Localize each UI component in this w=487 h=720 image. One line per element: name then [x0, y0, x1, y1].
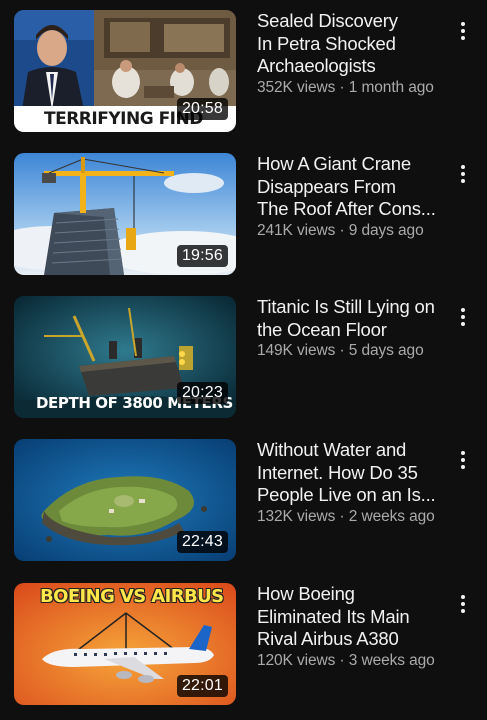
- video-item-petra[interactable]: TERRIFYING FIND 20:58 Sealed Discovery I…: [0, 10, 487, 132]
- video-item-titanic[interactable]: DEPTH OF 3800 METERS 20:23 Titanic Is St…: [0, 296, 487, 418]
- video-thumbnail[interactable]: BOEING VS AIRBUS 22:01: [14, 583, 236, 705]
- video-title[interactable]: Without Water and Internet. How Do 35 Pe…: [257, 439, 451, 507]
- title-line: In Petra Shocked: [257, 32, 396, 54]
- video-info[interactable]: Sealed Discovery In Petra Shocked Archae…: [257, 10, 451, 98]
- video-title[interactable]: How A Giant Crane Disappears From The Ro…: [257, 153, 451, 221]
- title-line: Rival Airbus A380: [257, 628, 399, 649]
- view-count: 132K views: [257, 507, 336, 525]
- video-duration: 20:58: [176, 98, 228, 120]
- video-item-island[interactable]: 22:43 Without Water and Internet. How Do…: [0, 439, 487, 561]
- video-item-boeing[interactable]: BOEING VS AIRBUS 22:01 How Boeing Elimin…: [0, 583, 487, 705]
- video-thumbnail[interactable]: 22:43: [14, 439, 236, 561]
- more-options-icon[interactable]: [452, 302, 474, 332]
- video-meta: 352K views · 1 month ago: [257, 78, 451, 98]
- title-line: How Boeing: [257, 583, 355, 604]
- video-info[interactable]: How A Giant Crane Disappears From The Ro…: [257, 153, 451, 241]
- meta-separator: ·: [335, 78, 349, 96]
- video-duration: 22:01: [176, 675, 228, 697]
- title-line: Archaeologists: [257, 55, 376, 76]
- video-meta: 241K views · 9 days ago: [257, 221, 451, 241]
- more-options-icon[interactable]: [452, 16, 474, 46]
- video-duration: 19:56: [176, 245, 228, 267]
- title-line: Without Water and: [257, 439, 407, 460]
- meta-separator: ·: [335, 651, 349, 669]
- video-thumbnail[interactable]: 19:56: [14, 153, 236, 275]
- view-count: 149K views: [257, 342, 336, 359]
- upload-age: 3 weeks ago: [348, 651, 435, 669]
- more-options-icon[interactable]: [452, 159, 474, 189]
- upload-age: 9 days ago: [348, 221, 424, 239]
- video-duration: 22:43: [176, 531, 228, 553]
- meta-separator: ·: [335, 507, 349, 525]
- title-line: The Roof After Cons...: [257, 198, 436, 219]
- title-line: People Live on an Is...: [257, 484, 436, 505]
- title-line: Disappears From: [257, 175, 396, 197]
- upload-age: 2 weeks ago: [348, 507, 435, 525]
- meta-separator: ·: [335, 342, 349, 359]
- meta-separator: ·: [335, 221, 349, 239]
- video-item-crane[interactable]: 19:56 How A Giant Crane Disappears From …: [0, 153, 487, 275]
- title-line: the Ocean Floor: [257, 318, 387, 340]
- video-feed: TERRIFYING FIND 20:58 Sealed Discovery I…: [0, 0, 487, 720]
- thumbnail-caption: BOEING VS AIRBUS: [40, 586, 224, 607]
- video-info[interactable]: How Boeing Eliminated Its Main Rival Air…: [257, 583, 451, 671]
- upload-age: 5 days ago: [348, 342, 424, 359]
- video-duration: 20:23: [176, 382, 228, 404]
- video-meta: 120K views · 3 weeks ago: [257, 651, 451, 671]
- view-count: 241K views: [257, 221, 336, 239]
- title-line: Titanic Is Still Lying on: [257, 296, 435, 317]
- more-options-icon[interactable]: [452, 445, 474, 475]
- video-meta: 149K views · 5 days ago: [257, 341, 451, 361]
- title-line: Eliminated Its Main: [257, 605, 410, 627]
- upload-age: 1 month ago: [348, 78, 434, 96]
- title-line: How A Giant Crane: [257, 153, 411, 174]
- video-title[interactable]: Sealed Discovery In Petra Shocked Archae…: [257, 10, 451, 78]
- view-count: 120K views: [257, 651, 336, 669]
- more-options-icon[interactable]: [452, 589, 474, 619]
- video-title[interactable]: How Boeing Eliminated Its Main Rival Air…: [257, 583, 451, 651]
- video-meta: 132K views · 2 weeks ago: [257, 507, 451, 527]
- view-count: 352K views: [257, 78, 336, 96]
- video-info[interactable]: Titanic Is Still Lying on the Ocean Floo…: [257, 296, 451, 361]
- title-line: Sealed Discovery: [257, 10, 398, 31]
- video-title[interactable]: Titanic Is Still Lying on the Ocean Floo…: [257, 296, 451, 341]
- video-info[interactable]: Without Water and Internet. How Do 35 Pe…: [257, 439, 451, 527]
- video-thumbnail[interactable]: TERRIFYING FIND 20:58: [14, 10, 236, 132]
- title-line: Internet. How Do 35: [257, 461, 418, 483]
- video-thumbnail[interactable]: DEPTH OF 3800 METERS 20:23: [14, 296, 236, 418]
